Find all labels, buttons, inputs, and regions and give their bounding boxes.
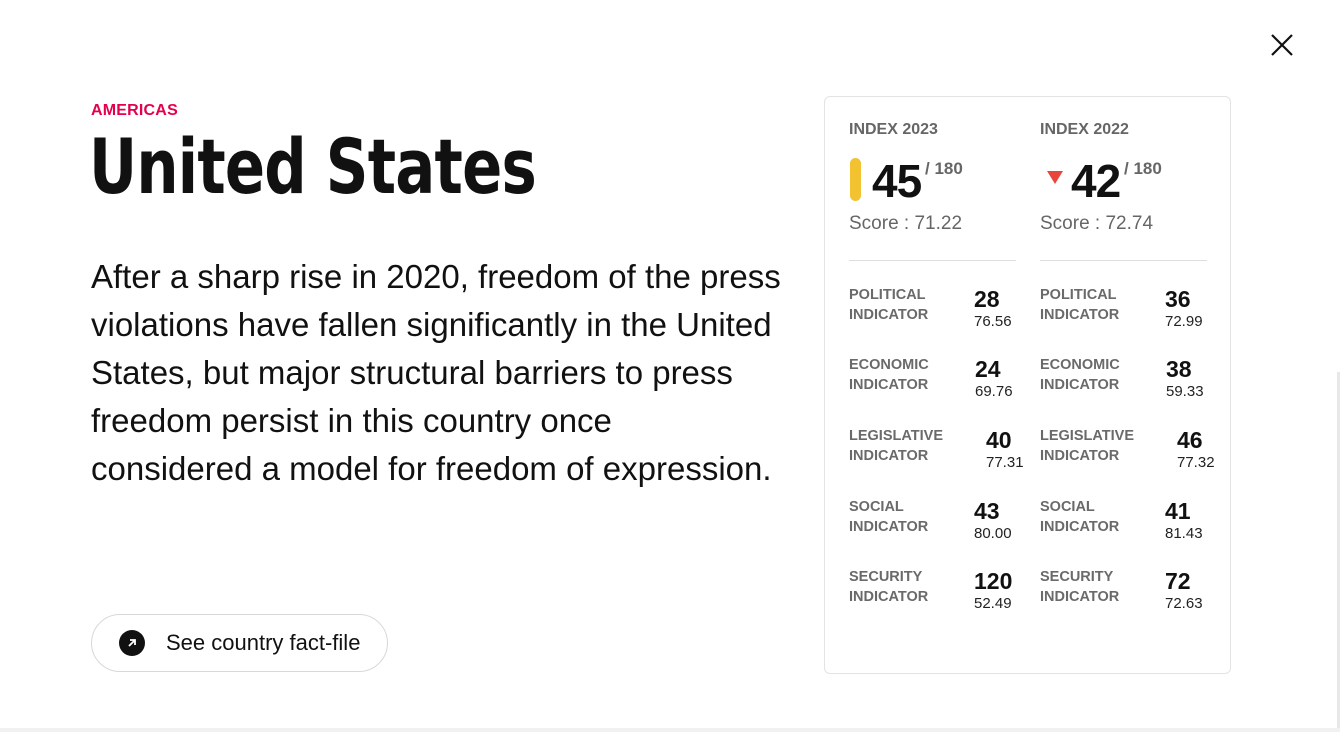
indicator-rank: 120: [974, 568, 1013, 594]
indicator-rank: 28: [974, 286, 1000, 312]
indicator-name: SECURITY INDICATOR: [1040, 569, 1120, 605]
indicator-name: SOCIAL INDICATOR: [849, 499, 929, 535]
country-summary: After a sharp rise in 2020, freedom of t…: [91, 258, 781, 487]
indicator-score: 52.49: [974, 595, 1012, 612]
index-2022-rank-row: 42 / 180: [1040, 153, 1207, 207]
region-label: AMERICAS: [91, 102, 178, 119]
index-2023-rank: 45: [872, 155, 922, 207]
indicator-score: 76.56: [974, 313, 1012, 330]
indicator-political-2022: POLITICAL INDICATOR 36 72.99: [1040, 286, 1218, 336]
indicator-score: 77.32: [1177, 454, 1215, 471]
indicator-rank: 41: [1165, 498, 1191, 524]
divider: [1040, 260, 1207, 261]
indicator-name: LEGISLATIVE INDICATOR: [1040, 428, 1134, 464]
index-2023-label: INDEX 2023: [849, 121, 938, 138]
indicator-name: ECONOMIC INDICATOR: [849, 357, 929, 393]
indicator-name: SECURITY INDICATOR: [849, 569, 929, 605]
indicator-score: 77.31: [986, 454, 1024, 471]
index-2023-rank-row: 45 / 180: [849, 153, 1016, 207]
index-2022-label: INDEX 2022: [1040, 121, 1129, 138]
indicator-rank: 46: [1177, 427, 1203, 453]
indicator-rank: 36: [1165, 286, 1191, 312]
indicator-score: 59.33: [1166, 383, 1204, 400]
indicator-rank: 43: [974, 498, 1000, 524]
indicator-rank: 24: [975, 356, 1001, 382]
down-arrow-icon: [1047, 171, 1063, 184]
indicator-security-2023: SECURITY INDICATOR 120 52.49: [849, 568, 1027, 618]
country-fact-file-button[interactable]: See country fact-file: [91, 614, 388, 672]
country-title: United States: [89, 122, 537, 211]
close-button[interactable]: [1266, 29, 1298, 61]
indicator-security-2022: SECURITY INDICATOR 72 72.63: [1040, 568, 1218, 618]
stable-indicator-icon: [850, 158, 861, 201]
indicator-name: POLITICAL INDICATOR: [849, 287, 929, 323]
indicator-score: 69.76: [975, 383, 1013, 400]
indicator-name: SOCIAL INDICATOR: [1040, 499, 1120, 535]
bottom-divider: [0, 728, 1340, 732]
index-2023-column: INDEX 2023 45 / 180 Score : 71.22 POLITI…: [849, 97, 1024, 673]
index-2023-score: Score : 71.22: [849, 213, 963, 234]
indicator-legislative-2023: LEGISLATIVE INDICATOR 40 77.31: [849, 427, 1027, 477]
indicator-score: 72.99: [1165, 313, 1203, 330]
indicator-name: POLITICAL INDICATOR: [1040, 287, 1120, 323]
divider: [849, 260, 1016, 261]
indicator-political-2023: POLITICAL INDICATOR 28 76.56: [849, 286, 1027, 336]
indicator-rank: 72: [1165, 568, 1191, 594]
indicator-economic-2022: ECONOMIC INDICATOR 38 59.33: [1040, 356, 1218, 406]
indicator-name: LEGISLATIVE INDICATOR: [849, 428, 943, 464]
index-2022-column: INDEX 2022 42 / 180 Score : 72.74 POLITI…: [1040, 97, 1215, 673]
index-2023-total: / 180: [925, 159, 963, 178]
indicator-social-2023: SOCIAL INDICATOR 43 80.00: [849, 498, 1027, 548]
indicator-score: 72.63: [1165, 595, 1203, 612]
index-card: INDEX 2023 45 / 180 Score : 71.22 POLITI…: [824, 96, 1231, 674]
indicator-score: 80.00: [974, 525, 1012, 542]
index-2022-score: Score : 72.74: [1040, 213, 1154, 234]
index-2022-total: / 180: [1124, 159, 1162, 178]
indicator-score: 81.43: [1165, 525, 1203, 542]
arrow-up-right-icon: [119, 630, 145, 656]
close-icon: [1271, 34, 1293, 56]
indicator-social-2022: SOCIAL INDICATOR 41 81.43: [1040, 498, 1218, 548]
index-2022-rank: 42: [1071, 155, 1121, 207]
indicator-legislative-2022: LEGISLATIVE INDICATOR 46 77.32: [1040, 427, 1218, 477]
indicator-name: ECONOMIC INDICATOR: [1040, 357, 1120, 393]
indicator-rank: 38: [1166, 356, 1192, 382]
indicator-economic-2023: ECONOMIC INDICATOR 24 69.76: [849, 356, 1027, 406]
indicator-rank: 40: [986, 427, 1012, 453]
fact-file-label: See country fact-file: [166, 630, 361, 655]
